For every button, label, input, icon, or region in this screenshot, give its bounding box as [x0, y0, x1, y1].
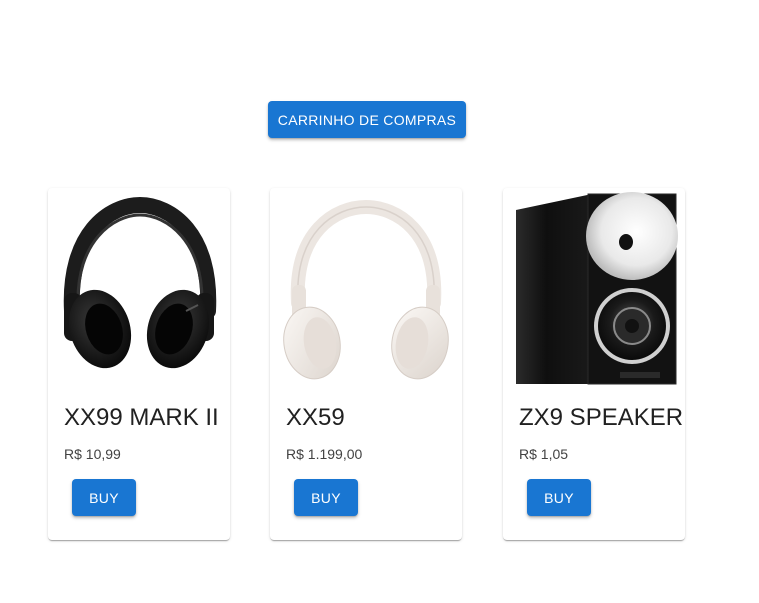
product-card: ZX9 SPEAKER R$ 1,05 BUY: [503, 188, 685, 540]
product-name: ZX9 SPEAKER: [519, 404, 684, 431]
black-headphones-icon: [63, 196, 217, 369]
buy-button[interactable]: BUY: [294, 479, 358, 516]
product-image: [503, 188, 685, 388]
buy-button[interactable]: BUY: [72, 479, 136, 516]
product-price: R$ 10,99: [64, 446, 121, 462]
product-card: XX59 R$ 1.199,00 BUY: [270, 188, 462, 540]
product-name: XX59: [286, 404, 345, 431]
product-name: XX99 MARK II: [64, 404, 219, 431]
page: CARRINHO DE COMPRAS XX99 MARK II R$ 10,9…: [0, 0, 759, 603]
product-card: XX99 MARK II R$ 10,99 BUY: [48, 188, 230, 540]
product-price: R$ 1,05: [519, 446, 569, 462]
bookshelf-speaker-icon: [516, 192, 678, 385]
product-price: R$ 1.199,00: [286, 446, 363, 462]
shopping-cart-button[interactable]: CARRINHO DE COMPRAS: [268, 101, 466, 138]
product-image: [48, 188, 230, 388]
white-headphones-icon: [283, 199, 449, 380]
product-image: [270, 188, 462, 388]
buy-button[interactable]: BUY: [527, 479, 591, 516]
